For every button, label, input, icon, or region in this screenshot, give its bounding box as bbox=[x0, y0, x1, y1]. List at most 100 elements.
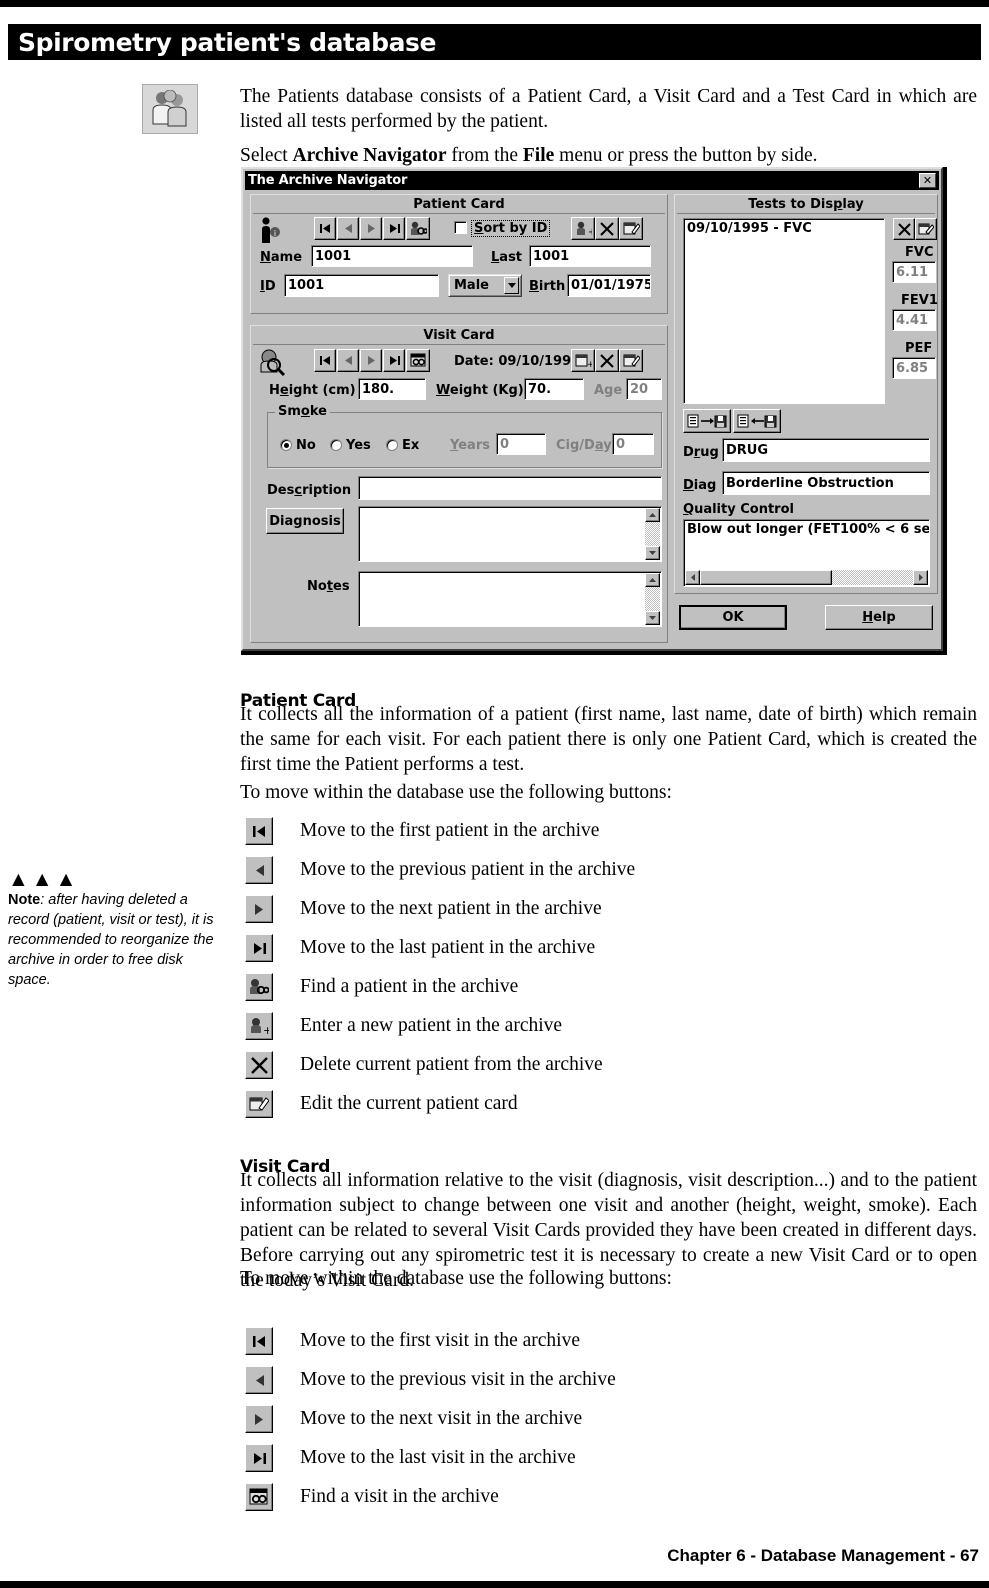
visit-delete-button[interactable] bbox=[595, 349, 619, 372]
test-list-item[interactable]: 09/10/1995 - FVC bbox=[687, 221, 881, 236]
last-record-icon[interactable] bbox=[245, 934, 273, 962]
patient-delete-button[interactable] bbox=[595, 217, 619, 240]
quality-control-textarea[interactable]: Blow out longer (FET100% < 6 sec), chec bbox=[683, 519, 930, 587]
weight-label: Weight (Kg) bbox=[436, 383, 524, 398]
age-label: Age bbox=[594, 383, 623, 398]
export-to-disk-button[interactable] bbox=[683, 409, 731, 433]
previous-record-icon[interactable] bbox=[245, 856, 273, 884]
birth-input[interactable]: 01/01/1975 bbox=[567, 274, 651, 297]
sort-by-id-checkbox[interactable] bbox=[454, 221, 467, 234]
patient-add-button[interactable]: + bbox=[571, 217, 595, 240]
scroll-down-icon[interactable] bbox=[645, 546, 660, 560]
id-input[interactable]: 1001 bbox=[284, 274, 439, 297]
intro-p2-post: menu or press the button by side. bbox=[554, 145, 818, 166]
weight-input[interactable]: 70. bbox=[524, 378, 584, 400]
scroll-left-icon[interactable] bbox=[685, 570, 700, 585]
add-patient-icon[interactable]: + bbox=[245, 1012, 273, 1040]
first-record-icon[interactable] bbox=[245, 1327, 273, 1355]
list-item: Find a visit in the archive bbox=[240, 1481, 840, 1520]
patient-previous-button[interactable] bbox=[337, 217, 359, 240]
delete-icon[interactable] bbox=[245, 1051, 273, 1079]
close-icon[interactable]: ✕ bbox=[919, 173, 936, 188]
list-item-label: Find a patient in the archive bbox=[300, 976, 519, 997]
smoke-no-label[interactable]: No bbox=[296, 438, 316, 453]
birth-label: Birth bbox=[529, 279, 566, 294]
test-edit-button[interactable] bbox=[915, 218, 937, 240]
notes-scrollbar[interactable] bbox=[645, 573, 660, 625]
test-delete-button[interactable] bbox=[893, 218, 915, 240]
visit-edit-button[interactable] bbox=[619, 349, 643, 372]
smoke-yes-radio[interactable] bbox=[330, 439, 342, 451]
diag-label: Diag bbox=[683, 478, 717, 493]
patient-last-button[interactable] bbox=[383, 217, 405, 240]
sex-select[interactable]: Male bbox=[448, 274, 522, 297]
page-bottom-rule bbox=[0, 1581, 989, 1588]
patient-card-paragraph-1: It collects all the information of a pat… bbox=[240, 704, 977, 775]
edit-icon[interactable] bbox=[245, 1090, 273, 1118]
visit-find-button[interactable] bbox=[406, 349, 430, 372]
list-item: Move to the last visit in the archive bbox=[240, 1442, 840, 1481]
description-label: Description bbox=[267, 483, 352, 498]
smoke-ex-label[interactable]: Ex bbox=[402, 438, 419, 453]
years-input[interactable]: 0 bbox=[496, 433, 546, 455]
diag-input[interactable]: Borderline Obstruction bbox=[722, 471, 930, 495]
ok-button[interactable]: OK bbox=[679, 605, 787, 630]
description-input[interactable] bbox=[358, 476, 662, 500]
list-item: Move to the previous patient in the arch… bbox=[240, 854, 840, 893]
next-record-icon[interactable] bbox=[245, 895, 273, 923]
patient-next-button[interactable] bbox=[360, 217, 382, 240]
quality-control-hscrollbar[interactable] bbox=[685, 570, 928, 585]
find-patient-icon[interactable] bbox=[245, 973, 273, 1001]
fvc-value: 6.11 bbox=[892, 261, 936, 283]
scroll-right-icon[interactable] bbox=[913, 570, 928, 585]
help-button-label: Help bbox=[862, 610, 896, 625]
height-input[interactable]: 180. bbox=[358, 378, 426, 400]
visit-next-button[interactable] bbox=[360, 349, 382, 372]
visit-magnifier-icon bbox=[257, 348, 287, 380]
drug-input[interactable]: DRUG bbox=[722, 438, 930, 462]
patient-find-button[interactable] bbox=[406, 217, 430, 240]
scroll-up-icon[interactable] bbox=[645, 573, 660, 587]
visit-last-button[interactable] bbox=[383, 349, 405, 372]
svg-text:i: i bbox=[274, 229, 276, 238]
previous-record-icon[interactable] bbox=[245, 1366, 273, 1394]
visit-previous-button[interactable] bbox=[337, 349, 359, 372]
help-button[interactable]: Help bbox=[825, 605, 933, 630]
diagnosis-textarea[interactable] bbox=[358, 506, 662, 562]
smoke-ex-radio[interactable] bbox=[386, 439, 398, 451]
visit-card-group-title: Visit Card bbox=[253, 328, 665, 345]
first-record-icon[interactable] bbox=[245, 817, 273, 845]
scroll-down-icon[interactable] bbox=[645, 611, 660, 625]
name-input[interactable]: 1001 bbox=[311, 245, 473, 267]
diagnosis-scrollbar[interactable] bbox=[645, 508, 660, 560]
list-item-label: Delete current patient from the archive bbox=[300, 1054, 603, 1075]
visit-first-button[interactable] bbox=[314, 349, 336, 372]
chevron-down-icon[interactable] bbox=[504, 277, 519, 294]
hscroll-thumb[interactable] bbox=[700, 570, 832, 585]
cigday-input[interactable]: 0 bbox=[612, 433, 654, 455]
smoke-yes-label[interactable]: Yes bbox=[346, 438, 371, 453]
visit-card-group: Visit Card Date: 09/10/1995 + Height (cm… bbox=[250, 325, 668, 643]
notes-textarea[interactable] bbox=[358, 571, 662, 627]
next-record-icon[interactable] bbox=[245, 1405, 273, 1433]
smoke-no-radio[interactable] bbox=[280, 439, 292, 451]
margin-note-bold: Note bbox=[8, 892, 41, 908]
find-visit-icon[interactable] bbox=[245, 1483, 273, 1511]
list-item: Move to the first visit in the archive bbox=[240, 1325, 840, 1364]
diagnosis-button[interactable]: Diagnosis bbox=[266, 508, 344, 534]
patient-edit-button[interactable] bbox=[619, 217, 643, 240]
visit-add-button[interactable]: + bbox=[571, 349, 595, 372]
sort-by-id-label[interactable]: SSort by IDort by ID bbox=[471, 220, 551, 237]
fev1-label: FEV1 bbox=[901, 293, 938, 308]
last-input[interactable]: 1001 bbox=[529, 245, 651, 267]
import-from-disk-button[interactable] bbox=[733, 409, 781, 433]
list-item-label: Edit the current patient card bbox=[300, 1093, 518, 1114]
patient-first-button[interactable] bbox=[314, 217, 336, 240]
footer-chapter-label: Chapter 6 - Database Management - 67 bbox=[667, 1546, 979, 1565]
list-item-label: Enter a new patient in the archive bbox=[300, 1015, 563, 1036]
quality-control-text: Blow out longer (FET100% < 6 sec), chec bbox=[687, 522, 929, 537]
last-record-icon[interactable] bbox=[245, 1444, 273, 1472]
tests-listbox[interactable]: 09/10/1995 - FVC bbox=[683, 218, 885, 404]
scroll-up-icon[interactable] bbox=[645, 508, 660, 522]
id-label: ID bbox=[260, 279, 276, 294]
